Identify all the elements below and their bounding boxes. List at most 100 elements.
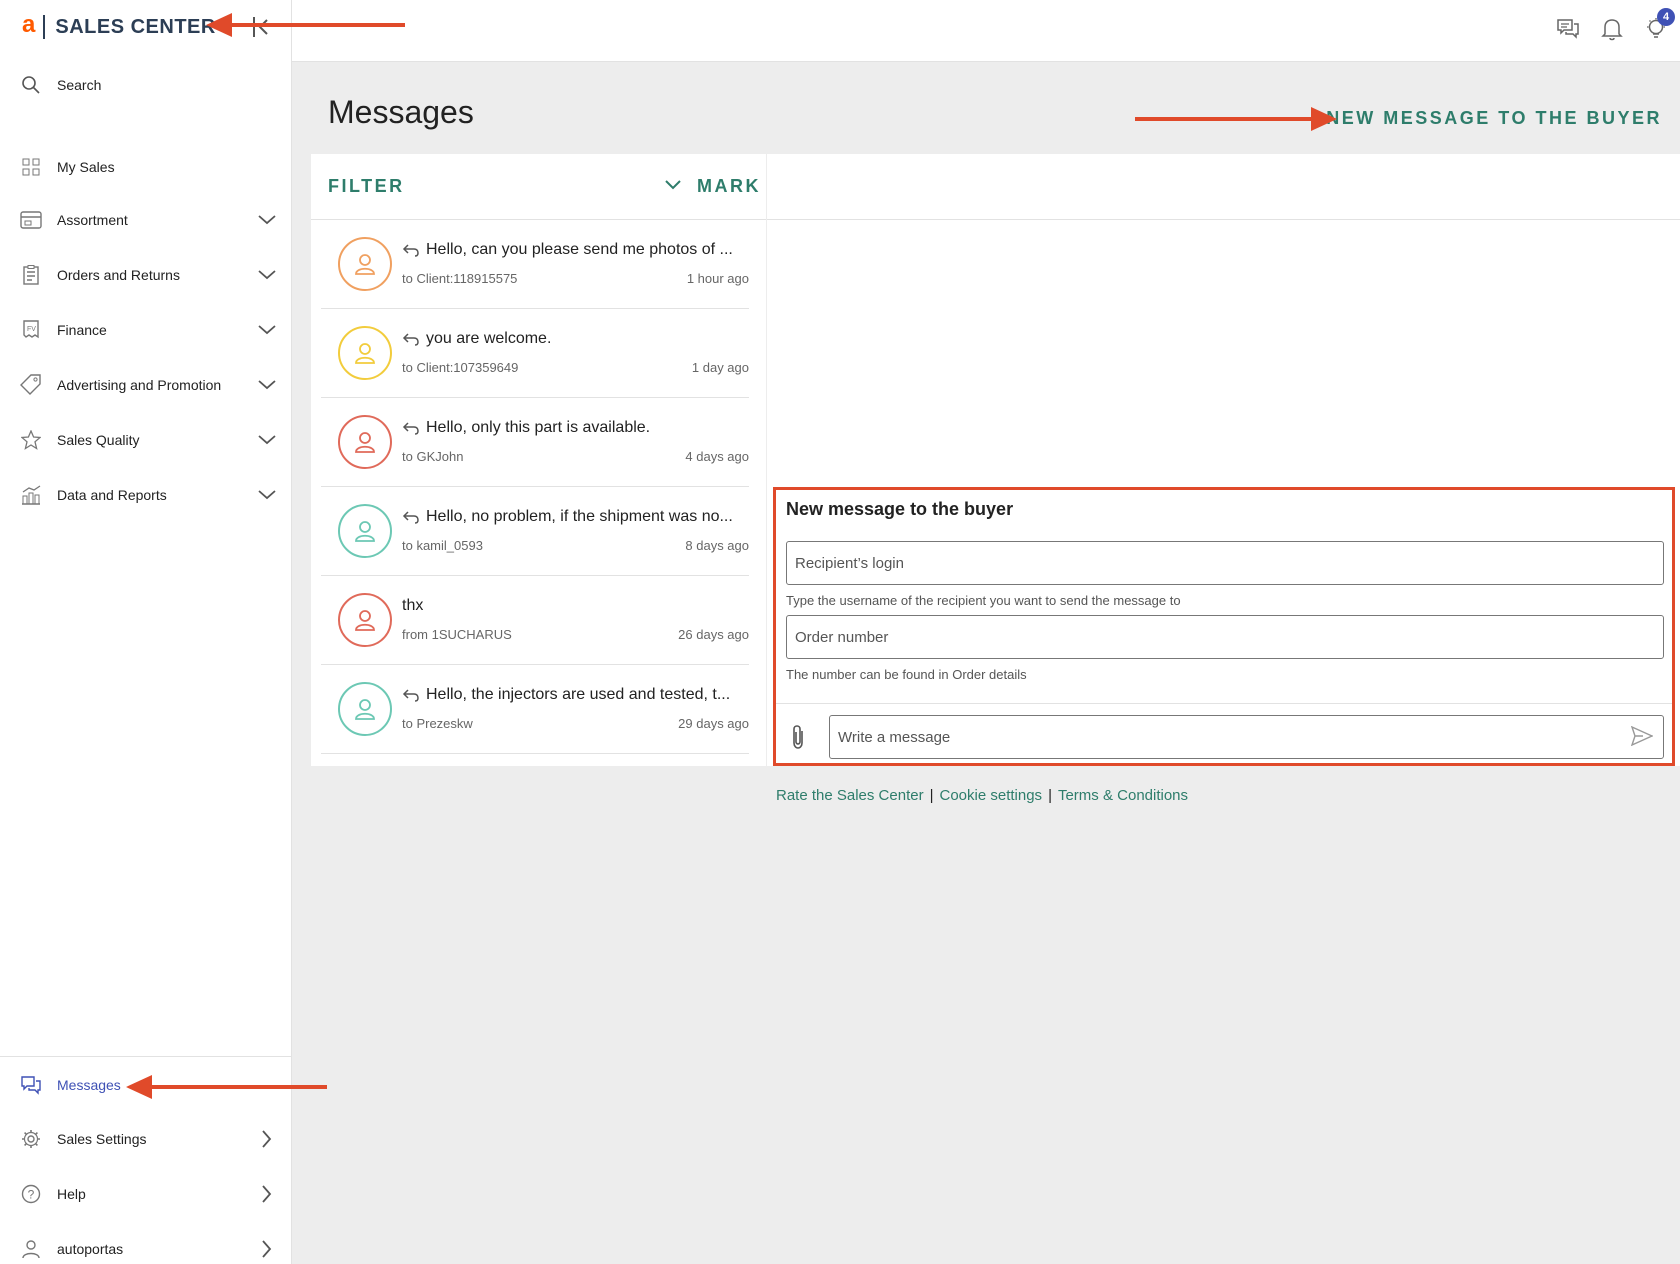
star-icon [20,429,42,451]
order-number-input[interactable]: Order number [786,615,1664,659]
chevron-down-icon[interactable] [256,484,278,506]
avatar [338,682,392,736]
mark-button[interactable]: MARK [697,176,761,197]
logo[interactable]: a SALES CENTER [22,12,216,42]
new-message-link[interactable]: NEW MESSAGE TO THE BUYER [1326,108,1662,129]
conversation-recipient: from 1SUCHARUS [402,627,512,642]
clipboard-icon [20,264,42,286]
storefront-icon [20,209,42,231]
message-input-placeholder: Write a message [838,728,951,746]
chevron-down-icon[interactable] [665,178,681,196]
sidebar-item-help[interactable]: ? Help [0,1172,292,1216]
conversation-timestamp: 29 days ago [678,716,749,731]
bell-icon[interactable] [1597,14,1627,44]
tag-icon [20,374,42,396]
reply-icon [402,421,420,435]
sidebar-item-label: Help [57,1186,86,1202]
conversation-recipient: to Client:118915575 [402,271,518,286]
search-icon [20,74,42,96]
conversation-row[interactable]: Hello, no problem, if the shipment was n… [321,487,749,576]
sidebar-item-sales-settings[interactable]: Sales Settings [0,1117,292,1161]
sidebar-item-advertising[interactable]: Advertising and Promotion [0,363,292,407]
sidebar-item-account[interactable]: autoportas [0,1227,292,1264]
svg-text:FV: FV [27,326,36,333]
send-icon[interactable] [1630,725,1654,750]
reply-icon [402,243,420,257]
conversation-recipient: to Prezeskw [402,716,473,731]
logo-letter: a [22,11,36,38]
paperclip-icon[interactable] [786,723,810,751]
footer-separator: | [1048,787,1052,804]
conversation-preview-line: Hello, no problem, if the shipment was n… [402,508,742,526]
conversation-timestamp: 26 days ago [678,627,749,642]
footer-link-cookies[interactable]: Cookie settings [940,787,1043,804]
conversation-preview: thx [402,597,424,614]
form-divider [776,703,1672,704]
sidebar-item-sales-quality[interactable]: Sales Quality [0,418,292,462]
conversation-recipient: to Client:107359649 [402,360,519,375]
chevron-down-icon[interactable] [256,429,278,451]
chevron-down-icon[interactable] [256,209,278,231]
reply-icon [402,688,420,702]
sidebar-search-label: Search [57,77,102,93]
conversation-row[interactable]: Hello, can you please send me photos of … [321,220,749,309]
conversation-recipient: to GKJohn [402,449,464,464]
lightbulb-icon[interactable]: 4 [1641,8,1675,44]
conversation-recipient: to kamil_0593 [402,538,483,553]
sidebar-item-label: Sales Settings [57,1131,147,1147]
notification-badge: 4 [1657,8,1675,26]
logo-separator [43,15,46,39]
sidebar-item-assortment[interactable]: Assortment [0,198,292,242]
svg-text:?: ? [28,1188,35,1202]
message-input[interactable]: Write a message [829,715,1664,759]
avatar [338,237,392,291]
sidebar-item-label: My Sales [57,159,115,175]
footer-link-rate[interactable]: Rate the Sales Center [776,787,924,804]
sidebar-item-finance[interactable]: FV Finance [0,308,292,352]
sidebar-item-label: Assortment [57,212,128,228]
conversation-row[interactable]: Hello, the injectors are used and tested… [321,665,749,754]
filter-button[interactable]: FILTER [328,176,405,197]
conversation-preview-line: Hello, the injectors are used and tested… [402,686,742,704]
order-hint: The number can be found in Order details [786,667,1027,682]
sidebar-item-data-and-reports[interactable]: Data and Reports [0,473,292,517]
sidebar-item-my-sales[interactable]: My Sales [0,145,292,189]
avatar [338,593,392,647]
reply-icon [402,332,420,346]
chevron-right-icon[interactable] [256,1128,278,1150]
conversation-preview: Hello, can you please send me photos of … [426,241,733,258]
sidebar-item-label: Orders and Returns [57,267,180,283]
recipient-hint: Type the username of the recipient you w… [786,593,1181,608]
conversation-row[interactable]: Hello, only this part is available. to GK… [321,398,749,487]
reply-icon [402,510,420,524]
sidebar-divider [0,1056,292,1057]
avatar [338,415,392,469]
gear-icon [20,1128,42,1150]
message-panel-header [767,154,1680,220]
sidebar-item-orders-and-returns[interactable]: Orders and Returns [0,253,292,297]
recipient-login-input[interactable]: Recipient’s login [786,541,1664,585]
messages-icon[interactable] [1553,14,1583,44]
conversation-preview: you are welcome. [426,330,552,347]
chart-icon [20,484,42,506]
footer-link-terms[interactable]: Terms & Conditions [1058,787,1188,804]
sidebar-item-label: Data and Reports [57,487,167,503]
sidebar-item-label: Advertising and Promotion [57,377,222,393]
conversation-timestamp: 1 day ago [691,360,749,375]
form-title: New message to the buyer [786,499,1014,519]
conversation-preview: Hello, only this part is available. [426,419,651,436]
conversation-panel: FILTER MARK Hello, can you please send m… [311,154,766,766]
chevron-down-icon[interactable] [256,264,278,286]
conversation-row[interactable]: thx from 1SUCHARUS 26 days ago [321,576,749,665]
sidebar-item-label: autoportas [57,1241,124,1257]
topbar: 4 [292,0,1680,62]
footer: Rate the Sales Center | Cookie settings | Te… [776,787,1188,804]
conversation-preview-line: Hello, only this part is available. [402,419,742,437]
chevron-right-icon[interactable] [256,1238,278,1260]
chevron-right-icon[interactable] [256,1183,278,1205]
collapse-sidebar-icon[interactable] [248,12,274,42]
sidebar-search[interactable]: Search [0,63,292,107]
chevron-down-icon[interactable] [256,374,278,396]
chevron-down-icon[interactable] [256,319,278,341]
conversation-row[interactable]: you are welcome. to Client:107359649 1 day… [321,309,749,398]
